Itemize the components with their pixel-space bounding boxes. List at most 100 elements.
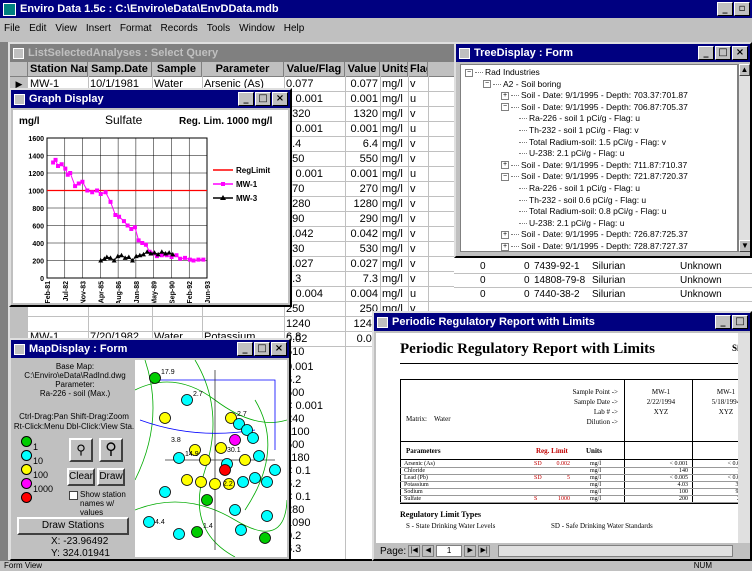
table-cell[interactable]: mg/l [380,272,408,286]
map-station-marker[interactable] [253,450,265,462]
table-cell[interactable]: mg/l [380,182,408,196]
next-page-button[interactable]: ▶ [464,545,477,557]
column-header[interactable]: Units [380,62,408,77]
table-cell[interactable]: 0.2 [284,529,345,543]
table-cell[interactable]: < 0.001 [284,399,345,413]
tree-node[interactable]: U-238: 2.1 pCi/g - Flag: u [519,148,624,159]
table-cell[interactable]: < 0.1 [284,464,345,478]
last-page-button[interactable]: ▶| [478,545,491,557]
first-page-button[interactable]: |◀ [408,545,421,557]
tree-node[interactable]: + Soil - Date: 9/1/1995 - Depth: 728.87:7… [501,241,688,251]
table-cell[interactable]: 290 [345,212,380,226]
table-cell[interactable]: 7439-92-1 [532,260,582,274]
table-cell[interactable]: 14808-79-8 [532,274,587,288]
map-station-marker[interactable] [229,504,241,516]
clear-button[interactable]: Clear [67,468,95,486]
table-cell[interactable]: 1320 [345,107,380,121]
table-cell[interactable]: 6.2 [284,373,345,387]
menu-item-help[interactable]: Help [284,23,305,34]
map-station-marker[interactable] [229,434,241,446]
tree-node[interactable]: − Rad Industries [465,67,540,78]
table-cell[interactable]: 1320 [284,107,345,121]
show-names-checkbox[interactable] [69,491,78,500]
page-number-field[interactable]: 1 [436,545,463,557]
map-station-marker[interactable] [159,486,171,498]
scroll-up-arrow-icon[interactable]: ▲ [739,64,750,76]
column-header[interactable]: Sample [152,62,202,77]
tree-node[interactable]: + Soil - Date: 9/1/1995 - Depth: 711.87:7… [501,160,687,171]
column-header[interactable]: Value/Flag [284,62,345,77]
report-scrollbar-v[interactable] [738,333,750,543]
tree-node[interactable]: + Soil - Date: 9/1/1995 - Depth: 703.37:7… [501,90,688,101]
table-cell[interactable]: v [408,227,428,241]
tree-node[interactable]: Total Radium-soil: 0.8 pCi/g - Flag: u [519,206,666,217]
table-cell[interactable]: mg/l [380,167,408,181]
tree-node[interactable]: Th-232 - soil 1 pCi/g - Flag: v [519,125,639,136]
map-station-marker[interactable] [173,528,185,540]
table-cell[interactable]: 1100 [284,425,345,439]
table-cell[interactable]: 7.3 [284,272,345,286]
menu-item-records[interactable]: Records [161,23,198,34]
tree-view[interactable]: − Rad Industries − A2 - Soil boring + Soil - … [460,64,738,252]
tree-node[interactable]: Ra-226 - soil 1 pCi/g - Flag: u [519,113,640,124]
tree-node[interactable]: Th-232 - soil 0.6 pCi/g - Flag: u [519,195,646,206]
table-cell[interactable]: 0.042 [284,227,345,241]
tree-scrollbar[interactable]: ▲ ▼ [738,64,750,252]
graph-maximize-button[interactable]: □ [255,92,271,106]
table-cell[interactable]: 1090 [284,516,345,530]
menu-item-format[interactable]: Format [120,23,152,34]
map-station-marker[interactable] [219,464,231,476]
table-cell[interactable]: mg/l [380,212,408,226]
app-minimize-button[interactable]: _ [717,2,733,16]
prev-page-button[interactable]: ◀ [422,545,435,557]
table-cell[interactable]: mg/l [380,197,408,211]
row-selector[interactable] [10,317,28,332]
table-cell[interactable]: < 0.001 [284,167,345,181]
table-cell[interactable]: 0 [522,274,532,288]
table-cell[interactable]: v [408,242,428,256]
table-cell[interactable]: 530 [284,242,345,256]
map-station-marker[interactable] [209,478,221,490]
map-zoom-out-button[interactable]: ⚲ [99,438,123,462]
map-station-marker[interactable] [201,494,213,506]
map-station-marker[interactable] [159,412,171,424]
table-cell[interactable]: v [408,77,428,91]
table-cell[interactable]: v [408,137,428,151]
table-cell[interactable]: 1280 [345,197,380,211]
map-station-marker[interactable] [247,432,259,444]
map-station-marker[interactable] [249,472,261,484]
table-cell[interactable]: 6.4 [284,137,345,151]
table-cell[interactable]: 0.001 [284,360,345,374]
table-cell[interactable]: 0.001 [345,167,380,181]
table-cell[interactable]: < 0.004 [284,287,345,301]
table-cell[interactable]: 0.027 [345,257,380,271]
table-cell[interactable]: 550 [345,152,380,166]
table-cell[interactable]: v [408,212,428,226]
map-station-marker[interactable] [215,442,227,454]
map-station-marker[interactable] [195,476,207,488]
report-scrollbar-h[interactable] [498,545,734,557]
table-cell[interactable]: u [408,287,428,301]
table-cell[interactable]: < 0.1 [284,490,345,504]
table-cell[interactable]: mg/l [380,107,408,121]
tree-expand-icon[interactable]: + [501,242,509,251]
table-cell[interactable]: Unknown [678,260,724,274]
table-cell[interactable]: 0.042 [345,227,380,241]
map-station-marker[interactable] [199,454,211,466]
table-cell[interactable]: mg/l [380,92,408,106]
column-header[interactable]: Samp.Date [88,62,152,77]
map-maximize-button[interactable]: □ [254,342,270,356]
map-station-marker[interactable] [269,464,281,476]
map-station-marker[interactable] [259,532,271,544]
table-cell[interactable]: < 0.001 [284,122,345,136]
table-cell[interactable]: v [408,107,428,121]
table-cell[interactable]: u [408,167,428,181]
table-cell[interactable]: mg/l [380,242,408,256]
tree-maximize-button[interactable]: □ [715,46,731,60]
menu-item-file[interactable]: File [4,23,20,34]
table-cell[interactable]: 0.027 [284,257,345,271]
table-cell[interactable]: mg/l [380,77,408,91]
table-cell[interactable]: 500 [284,438,345,452]
table-cell[interactable]: v [408,152,428,166]
table-cell[interactable]: Unknown [678,274,724,288]
